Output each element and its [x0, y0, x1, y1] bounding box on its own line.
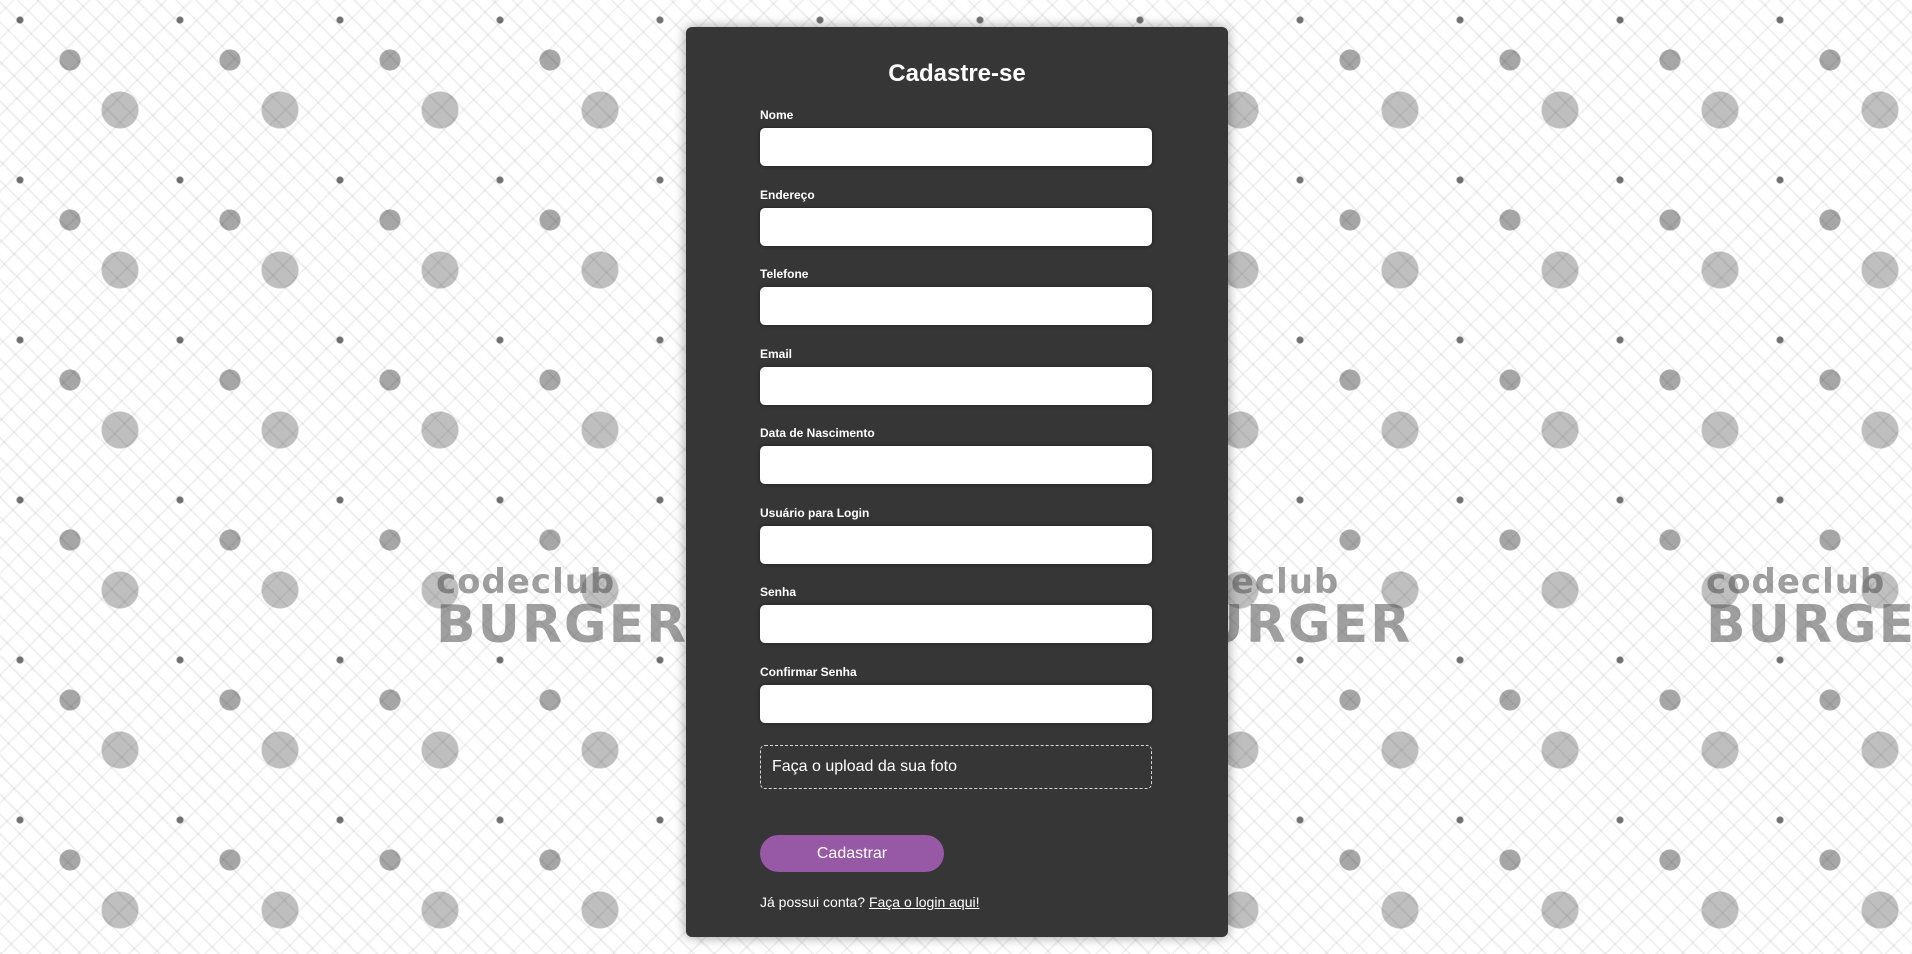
- name-label: Nome: [760, 108, 794, 122]
- password-input[interactable]: [760, 605, 1152, 643]
- login-link[interactable]: Faça o login aqui!: [869, 894, 980, 910]
- address-input[interactable]: [760, 208, 1152, 246]
- birthdate-input[interactable]: [760, 446, 1152, 484]
- photo-upload-label: Faça o upload da sua foto: [772, 758, 958, 775]
- address-label: Endereço: [760, 188, 815, 202]
- brand-watermark-right: codeclub BURGER: [1706, 565, 1912, 651]
- login-prompt-text: Já possui conta?: [760, 894, 866, 910]
- login-prompt-line: Já possui conta? Faça o login aqui!: [760, 894, 980, 910]
- login-username-input[interactable]: [760, 526, 1152, 564]
- page-title: Cadastre-se: [888, 60, 1026, 87]
- email-label: Email: [760, 347, 793, 361]
- signup-card: Cadastre-se Nome Endereço Telefone Email…: [686, 27, 1228, 937]
- name-input[interactable]: [760, 128, 1152, 166]
- brand-watermark-bottom: BURGER: [1706, 595, 1912, 655]
- phone-input[interactable]: [760, 287, 1152, 325]
- photo-upload-dropzone[interactable]: Faça o upload da sua foto: [760, 745, 1152, 789]
- brand-watermark-bottom: BURGER: [436, 595, 689, 655]
- login-username-label: Usuário para Login: [760, 506, 870, 520]
- phone-label: Telefone: [760, 267, 809, 281]
- birthdate-label: Data de Nascimento: [760, 426, 875, 440]
- confirm-password-input[interactable]: [760, 685, 1152, 723]
- confirm-password-label: Confirmar Senha: [760, 665, 857, 679]
- brand-watermark-top: codeclub: [1706, 562, 1886, 602]
- brand-watermark-left: codeclub BURGER: [436, 565, 688, 651]
- brand-watermark-top: codeclub: [436, 562, 616, 602]
- email-input[interactable]: [760, 367, 1152, 405]
- register-button[interactable]: Cadastrar: [760, 835, 944, 872]
- password-label: Senha: [760, 585, 797, 599]
